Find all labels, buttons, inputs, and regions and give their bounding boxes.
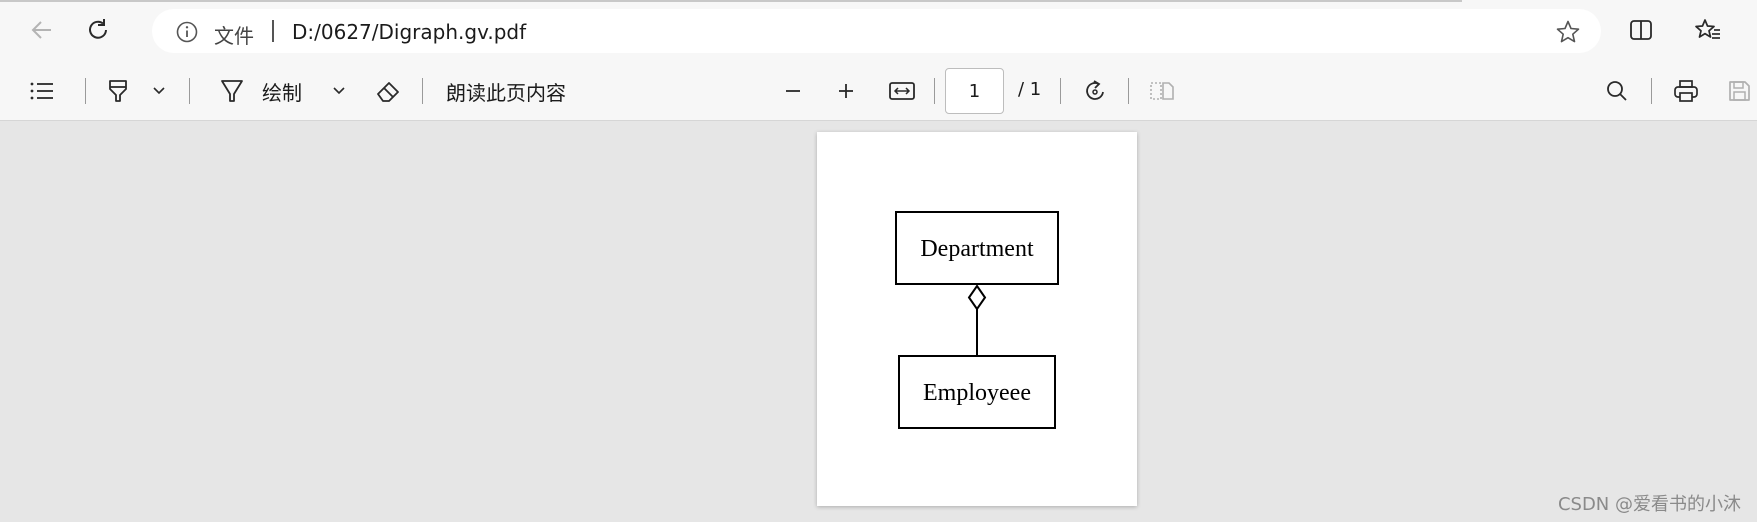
scheme-label: 文件 (214, 24, 254, 48)
draw-label[interactable]: 绘制 (262, 77, 302, 106)
split-screen-icon (1630, 20, 1652, 40)
erase-button[interactable] (370, 73, 406, 109)
contents-list-icon (30, 82, 53, 100)
highlight-options-dropdown[interactable] (146, 73, 172, 109)
url-text[interactable]: D:/0627/Digraph.gv.pdf (292, 20, 526, 44)
browser-toolbar: 文件 D:/0627/Digraph.gv.pdf (0, 0, 1757, 61)
highlight-button[interactable] (100, 73, 136, 109)
fit-width-icon (889, 82, 915, 100)
watermark-text: CSDN @爱看书的小沐 (1557, 494, 1741, 515)
node-employeee-label: Employeee (923, 380, 1031, 406)
draw-options-dropdown[interactable] (326, 73, 352, 109)
split-screen-button[interactable] (1621, 10, 1661, 50)
save-icon (1729, 81, 1750, 101)
draw-button[interactable] (212, 73, 252, 109)
back-arrow-icon (31, 21, 51, 39)
back-button[interactable] (22, 10, 62, 50)
page-view-button[interactable] (1145, 73, 1179, 109)
chevron-down-icon (333, 87, 345, 95)
highlighter-icon (109, 80, 127, 102)
page-number-input[interactable]: 1 (945, 68, 1004, 114)
rotate-icon (1086, 80, 1104, 100)
pdf-viewer-window: 文件 D:/0627/Digraph.gv.pdf 绘制 朗读此页内容 1 / … (0, 0, 1757, 522)
search-button[interactable] (1600, 73, 1634, 109)
info-icon[interactable] (176, 21, 198, 43)
toolbar-divider (1060, 78, 1061, 104)
pdf-toolbar: 绘制 朗读此页内容 1 / 1 (0, 61, 1757, 121)
toolbar-divider (934, 78, 935, 104)
edge-diamond-arrowhead (967, 284, 987, 311)
favorites-button[interactable] (1688, 10, 1728, 50)
search-icon (1607, 81, 1627, 101)
read-aloud-button[interactable]: 朗读此页内容 (446, 73, 566, 109)
refresh-icon (89, 19, 107, 39)
toolbar-divider (1651, 78, 1652, 104)
toolbar-divider (189, 78, 190, 104)
page-total-label: / 1 (1018, 79, 1042, 100)
address-separator (272, 20, 274, 42)
draw-label-wrap[interactable]: 绘制 (262, 73, 302, 109)
zoom-in-button[interactable] (831, 73, 861, 109)
graph-diagram: Department Employeee (895, 211, 1059, 429)
print-icon (1674, 80, 1698, 102)
zoom-out-button[interactable] (778, 73, 808, 109)
toolbar-divider (85, 78, 86, 104)
favorites-icon (1695, 19, 1720, 39)
minus-icon (786, 90, 800, 92)
address-bar[interactable]: 文件 D:/0627/Digraph.gv.pdf (152, 9, 1601, 53)
contents-button[interactable] (24, 73, 60, 109)
plus-icon (839, 84, 853, 98)
tab-strip-edge (0, 0, 1462, 2)
page-view-icon (1150, 82, 1174, 100)
node-department-label: Department (920, 236, 1034, 262)
fit-width-button[interactable] (885, 73, 919, 109)
pdf-page: Department Employeee (817, 132, 1137, 506)
rotate-button[interactable] (1078, 73, 1112, 109)
eraser-icon (377, 82, 399, 102)
document-viewer[interactable]: Department Employeee CSDN @爱看书的小沐 (0, 122, 1757, 522)
chevron-down-icon (153, 87, 165, 95)
save-button[interactable] (1722, 73, 1756, 109)
star-icon[interactable] (1555, 19, 1581, 45)
draw-pen-icon (221, 80, 243, 102)
toolbar-divider (1128, 78, 1129, 104)
refresh-button[interactable] (78, 10, 118, 50)
print-button[interactable] (1668, 73, 1704, 109)
read-aloud-label[interactable]: 朗读此页内容 (446, 77, 566, 106)
toolbar-divider (422, 78, 423, 104)
